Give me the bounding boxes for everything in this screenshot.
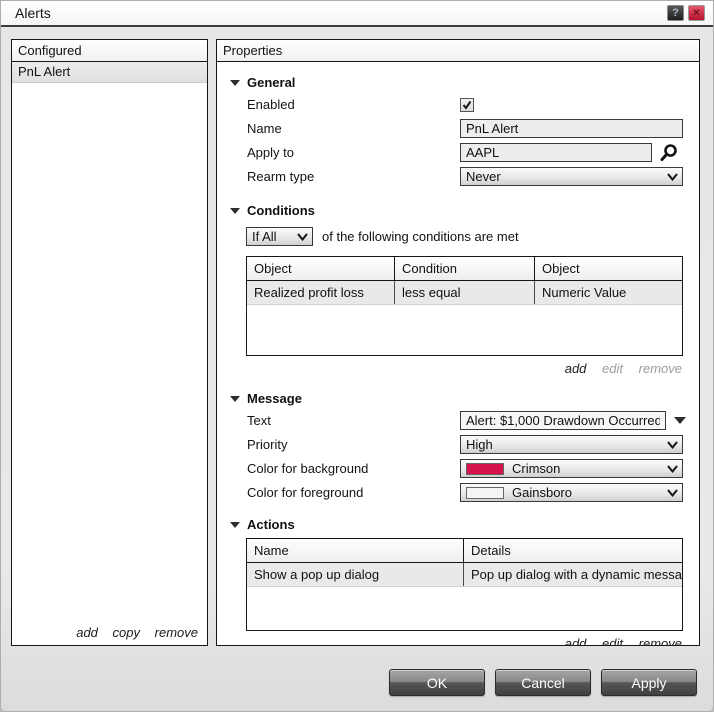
configured-panel: Configured PnL Alert add copy remove xyxy=(11,39,208,646)
actions-remove-link[interactable]: remove xyxy=(639,636,682,645)
actions-col-details: Details xyxy=(471,543,511,558)
list-item-pnl-alert[interactable]: PnL Alert xyxy=(12,62,207,83)
configured-copy-link[interactable]: copy xyxy=(113,625,140,640)
collapse-triangle-icon xyxy=(230,395,240,402)
apply-to-input[interactable] xyxy=(460,143,652,162)
apply-button[interactable]: Apply xyxy=(601,669,697,696)
alerts-dialog: Alerts ? ✕ Configured PnL Alert add copy… xyxy=(0,0,714,712)
apply-to-label: Apply to xyxy=(247,145,294,160)
message-text-dropdown-icon[interactable] xyxy=(674,417,686,424)
message-text-label: Text xyxy=(247,413,271,428)
section-general-title: General xyxy=(247,75,296,90)
check-icon xyxy=(462,100,472,110)
enabled-label: Enabled xyxy=(247,97,295,112)
color-background-select[interactable]: Crimson xyxy=(460,459,683,478)
close-icon[interactable]: ✕ xyxy=(688,5,705,21)
conditions-add-link[interactable]: add xyxy=(565,361,587,376)
actions-edit-link[interactable]: edit xyxy=(602,636,623,645)
cancel-button[interactable]: Cancel xyxy=(495,669,591,696)
actions-table: Name Details Show a pop up dialog Pop up… xyxy=(246,538,683,631)
priority-label: Priority xyxy=(247,437,288,452)
chevron-down-icon xyxy=(667,440,678,449)
conditions-met-text: of the following conditions are met xyxy=(322,229,519,244)
properties-panel: Properties General Enabled Name Apply xyxy=(216,39,700,646)
rearm-type-select[interactable]: Never xyxy=(460,167,683,186)
message-text-input[interactable] xyxy=(460,411,666,430)
collapse-triangle-icon xyxy=(230,207,240,214)
search-icon[interactable] xyxy=(659,143,679,163)
name-label: Name xyxy=(247,121,282,136)
foreground-color-swatch xyxy=(466,486,504,499)
configured-add-link[interactable]: add xyxy=(76,625,98,640)
section-conditions[interactable]: Conditions xyxy=(230,203,699,218)
help-icon[interactable]: ? xyxy=(667,5,684,21)
chevron-down-icon xyxy=(297,232,308,241)
color-foreground-select[interactable]: Gainsboro xyxy=(460,483,683,502)
conditions-table: Object Condition Object Realized profit … xyxy=(246,256,683,356)
conditions-edit-link[interactable]: edit xyxy=(602,361,623,376)
chevron-down-icon xyxy=(667,172,678,181)
section-message[interactable]: Message xyxy=(230,391,699,406)
collapse-triangle-icon xyxy=(230,79,240,86)
collapse-triangle-icon xyxy=(230,521,240,528)
chevron-down-icon xyxy=(667,488,678,497)
properties-header: Properties xyxy=(217,40,699,62)
color-background-label: Color for background xyxy=(247,461,369,476)
conditions-remove-link[interactable]: remove xyxy=(639,361,682,376)
section-actions[interactable]: Actions xyxy=(230,517,699,532)
section-actions-title: Actions xyxy=(247,517,295,532)
rearm-type-label: Rearm type xyxy=(247,169,315,184)
section-conditions-title: Conditions xyxy=(247,203,315,218)
actions-add-link[interactable]: add xyxy=(565,636,587,645)
configured-remove-link[interactable]: remove xyxy=(155,625,198,640)
ok-button[interactable]: OK xyxy=(389,669,485,696)
conditions-col-object2: Object xyxy=(542,261,580,276)
conditions-table-row[interactable]: Realized profit loss less equal Numeric … xyxy=(247,281,682,305)
condition-match-select[interactable]: If All xyxy=(246,227,313,246)
section-general[interactable]: General xyxy=(230,75,699,90)
actions-col-name: Name xyxy=(247,539,464,562)
chevron-down-icon xyxy=(667,464,678,473)
title-bar: Alerts ? ✕ xyxy=(1,1,713,27)
section-message-title: Message xyxy=(247,391,302,406)
background-color-swatch xyxy=(466,462,504,475)
color-foreground-label: Color for foreground xyxy=(247,485,364,500)
name-input[interactable] xyxy=(460,119,683,138)
configured-header: Configured xyxy=(12,40,207,62)
priority-select[interactable]: High xyxy=(460,435,683,454)
conditions-col-object1: Object xyxy=(247,257,395,280)
actions-table-row[interactable]: Show a pop up dialog Pop up dialog with … xyxy=(247,563,682,587)
conditions-col-condition: Condition xyxy=(395,257,535,280)
enabled-checkbox[interactable] xyxy=(460,97,474,112)
window-title: Alerts xyxy=(15,5,51,21)
